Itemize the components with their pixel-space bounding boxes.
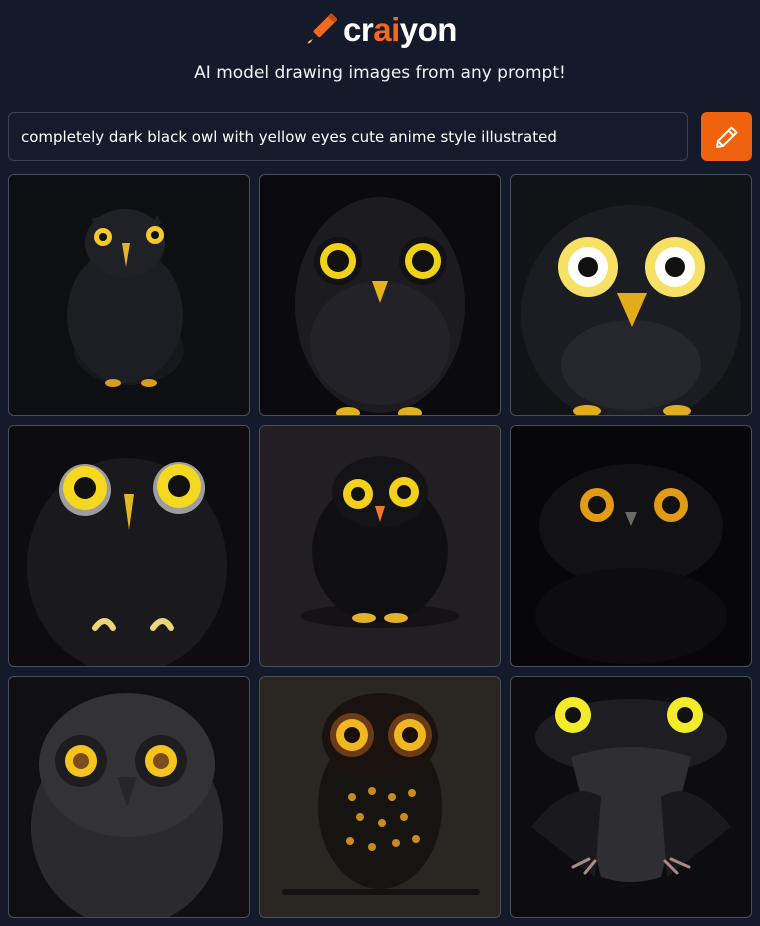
brand-accent: ai <box>373 11 400 48</box>
owl-image <box>511 175 751 415</box>
result-image-5[interactable] <box>259 425 501 667</box>
brand-prefix: cr <box>343 11 374 48</box>
owl-image <box>9 426 249 666</box>
result-image-6[interactable] <box>510 425 752 667</box>
owl-image <box>9 677 249 917</box>
draw-button[interactable] <box>701 112 752 161</box>
owl-image <box>260 677 500 917</box>
result-image-8[interactable] <box>259 676 501 918</box>
header: craiyon AI model drawing images from any… <box>0 0 760 100</box>
result-image-4[interactable] <box>8 425 250 667</box>
brand-suffix: yon <box>399 11 458 48</box>
result-image-3[interactable] <box>510 174 752 416</box>
tagline: AI model drawing images from any prompt! <box>194 63 566 83</box>
owl-image <box>260 426 500 666</box>
pencil-icon <box>307 13 338 44</box>
owl-image <box>9 175 249 415</box>
brand-name: craiyon <box>343 10 457 50</box>
owl-image <box>260 175 500 415</box>
brand-logo[interactable]: craiyon <box>0 10 760 50</box>
prompt-input[interactable] <box>8 112 688 161</box>
result-image-9[interactable] <box>510 676 752 918</box>
result-image-1[interactable] <box>8 174 250 416</box>
result-image-7[interactable] <box>8 676 250 918</box>
pencil-icon <box>715 126 737 148</box>
owl-image <box>511 677 751 917</box>
owl-image <box>511 426 751 666</box>
result-image-2[interactable] <box>259 174 501 416</box>
